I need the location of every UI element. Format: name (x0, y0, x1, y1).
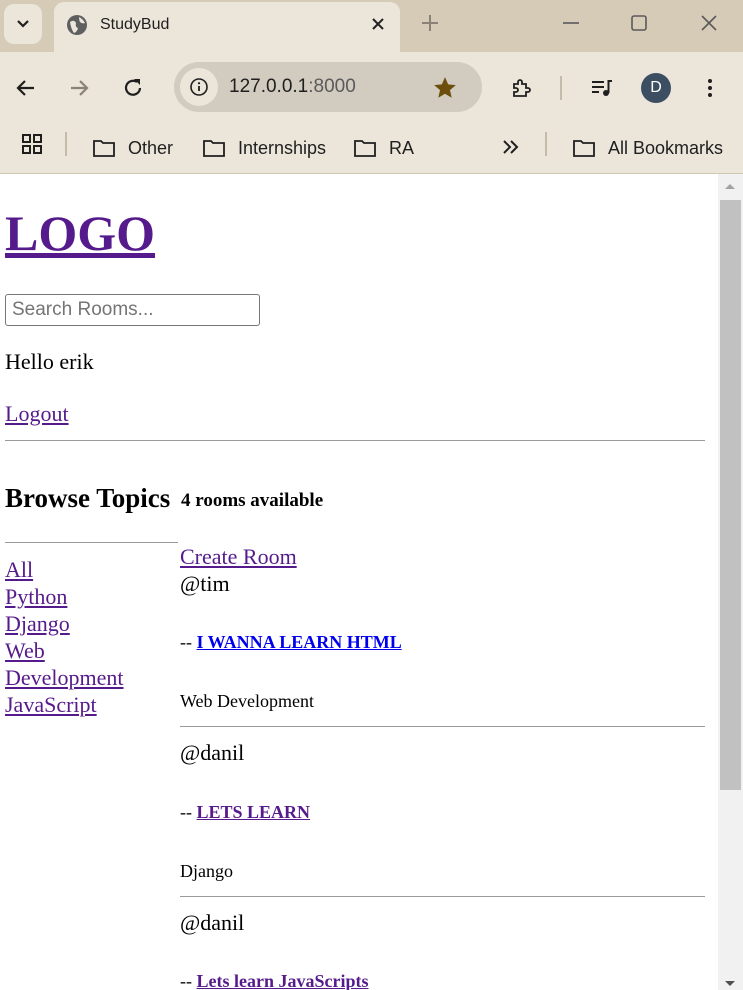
create-room-link[interactable]: Create Room (180, 544, 297, 570)
apps-icon[interactable] (20, 132, 44, 156)
topic-link-all[interactable]: All (5, 556, 124, 583)
bookmark-folder-internships[interactable]: Internships (202, 134, 326, 162)
all-bookmarks-button[interactable]: All Bookmarks (572, 134, 723, 162)
tab-title: StudyBud (100, 16, 170, 33)
room-host: @danil (180, 910, 245, 935)
logo-link[interactable]: LOGO (5, 204, 155, 262)
maximize-icon[interactable] (628, 12, 650, 34)
bookmark-label: Other (128, 137, 174, 158)
window-close-icon[interactable] (698, 12, 720, 34)
more-icon[interactable] (698, 76, 722, 100)
bookmarks-bar: Other Internships RA All Bookmarks (0, 122, 743, 174)
room-divider (180, 896, 705, 897)
room-link[interactable]: LETS LEARN (197, 802, 311, 822)
site-info-icon (190, 78, 208, 96)
bookmark-label: Internships (238, 137, 327, 158)
tab-list-icon (17, 20, 29, 28)
forward-icon[interactable] (67, 76, 91, 100)
room-prefix: -- (180, 971, 197, 990)
scrollbar-thumb[interactable] (720, 200, 741, 790)
site-info-button[interactable] (180, 68, 218, 106)
bookmark-label: RA (389, 137, 415, 158)
bookmarks-divider (65, 132, 67, 156)
folder-icon (573, 140, 595, 157)
room-topic: Web Development (180, 691, 315, 711)
browser-toolbar: 127.0.0.1:8000 D (0, 52, 743, 122)
folder-icon (93, 140, 115, 157)
topic-link-python[interactable]: Python (5, 583, 124, 610)
star-icon[interactable] (432, 75, 458, 101)
profile-avatar[interactable]: D (641, 73, 671, 103)
tab-strip: StudyBud (0, 0, 743, 52)
toolbar-divider (560, 76, 562, 100)
room-divider (180, 726, 705, 727)
all-bookmarks-label: All Bookmarks (608, 137, 724, 158)
new-tab-icon[interactable] (420, 13, 440, 33)
page-viewport: LOGO Hello erik Logout Browse Topics 4 r… (0, 174, 718, 990)
topic-link-django[interactable]: Django (5, 610, 124, 637)
close-icon[interactable] (370, 16, 386, 32)
topic-link-javascript[interactable]: JavaScript (5, 691, 124, 718)
topics-list: All Python Django Web Development JavaSc… (5, 556, 124, 718)
tab-list-button[interactable] (4, 4, 42, 44)
logout-link[interactable]: Logout (5, 401, 69, 427)
topics-divider (5, 542, 178, 543)
bookmark-folder-other[interactable]: Other (92, 134, 173, 162)
bookmarks-divider (545, 132, 547, 156)
back-icon[interactable] (14, 76, 38, 100)
room-prefix: -- (180, 802, 197, 822)
minimize-icon[interactable] (560, 12, 582, 34)
room-link[interactable]: Lets learn JavaScripts (197, 971, 369, 990)
room-title: -- LETS LEARN (180, 802, 310, 823)
search-input[interactable] (5, 294, 260, 326)
browse-topics-heading: Browse Topics (5, 483, 171, 513)
url-host: 127.0.0.1 (229, 76, 309, 97)
folder-icon (203, 140, 225, 157)
rooms-count: 4 rooms available (181, 490, 324, 511)
scroll-down-arrow-icon[interactable] (724, 980, 736, 988)
media-icon[interactable] (589, 76, 613, 100)
room-title: -- Lets learn JavaScripts (180, 971, 368, 990)
room-host: @danil (180, 740, 245, 765)
url-text: 127.0.0.1:8000 (229, 76, 356, 98)
folder-icon (354, 140, 376, 157)
scroll-up-arrow-icon[interactable] (724, 182, 736, 190)
header-divider (5, 440, 705, 441)
globe-icon (67, 15, 87, 35)
room-topic: Django (180, 861, 233, 881)
url-port: :8000 (308, 76, 356, 97)
active-tab[interactable]: StudyBud (54, 2, 400, 52)
topic-link-development[interactable]: Development (5, 664, 124, 691)
address-bar[interactable]: 127.0.0.1:8000 (174, 62, 482, 112)
bookmark-folder-ra[interactable]: RA (353, 134, 414, 162)
extensions-icon[interactable] (510, 76, 534, 100)
greeting: Hello erik (5, 349, 94, 374)
topic-link-web[interactable]: Web (5, 637, 124, 664)
page-scrollbar[interactable] (718, 174, 743, 990)
room-prefix: -- (180, 632, 197, 652)
chevron-double-right-icon[interactable] (500, 136, 522, 158)
room-title: -- I WANNA LEARN HTML (180, 632, 402, 653)
room-link[interactable]: I WANNA LEARN HTML (197, 632, 402, 652)
reload-icon[interactable] (121, 76, 145, 100)
room-host: @tim (180, 571, 230, 596)
